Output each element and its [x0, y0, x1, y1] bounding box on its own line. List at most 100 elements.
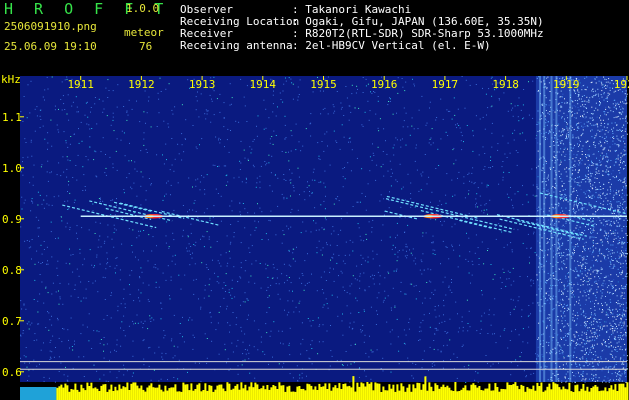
noise-speckle [117, 310, 119, 312]
noise-speckle [336, 262, 338, 264]
noise-speckle [623, 323, 625, 325]
noise-speckle [337, 234, 339, 236]
noise-speckle [596, 291, 598, 293]
noise-speckle [229, 324, 231, 326]
noise-speckle [613, 164, 615, 166]
noise-speckle [47, 263, 49, 265]
noise-speckle [364, 260, 366, 262]
noise-speckle [196, 100, 198, 102]
noise-speckle [591, 117, 593, 119]
noise-speckle [614, 177, 616, 179]
noise-speckle [239, 202, 241, 204]
noise-speckle [587, 166, 589, 168]
noise-speckle [233, 232, 235, 233]
noise-speckle [613, 379, 614, 381]
noise-speckle [584, 292, 586, 293]
noise-speckle [323, 292, 325, 294]
noise-speckle [610, 341, 612, 343]
noise-speckle [445, 294, 447, 296]
noise-speckle [23, 303, 25, 305]
noise-speckle [220, 139, 221, 141]
noise-speckle [34, 263, 36, 265]
noise-speckle [51, 256, 53, 258]
noise-speckle [283, 362, 285, 364]
noise-speckle [606, 127, 608, 129]
noise-speckle [360, 254, 362, 256]
power-bar [308, 384, 311, 400]
noise-speckle [522, 104, 524, 106]
noise-speckle [274, 174, 276, 176]
noise-speckle [618, 288, 620, 290]
power-bar [290, 391, 293, 400]
noise-speckle [563, 284, 565, 286]
noise-speckle [512, 107, 514, 109]
noise-speckle [548, 131, 550, 133]
noise-speckle [299, 79, 301, 81]
noise-speckle [618, 170, 620, 171]
noise-speckle [582, 339, 584, 341]
noise-speckle [207, 110, 209, 112]
noise-speckle [623, 237, 624, 238]
noise-speckle [588, 196, 590, 198]
info-values: : Takanori Kawachi: Ogaki, Gifu, JAPAN (… [292, 4, 544, 52]
noise-speckle [28, 321, 30, 323]
noise-speckle [155, 267, 157, 269]
noise-speckle [617, 232, 619, 234]
noise-speckle [621, 335, 623, 337]
noise-speckle [416, 169, 418, 171]
noise-speckle [510, 242, 512, 244]
noise-speckle [326, 131, 328, 133]
noise-speckle [256, 177, 258, 179]
noise-speckle [594, 177, 596, 179]
noise-speckle [215, 329, 217, 331]
noise-speckle [446, 247, 448, 248]
noise-speckle [41, 281, 43, 283]
noise-speckle [318, 240, 320, 242]
power-bar [162, 391, 165, 400]
noise-speckle [610, 263, 612, 265]
noise-speckle [621, 338, 623, 340]
noise-speckle [607, 170, 609, 172]
noise-speckle [592, 231, 594, 233]
noise-speckle [561, 290, 563, 292]
noise-speckle [265, 268, 267, 270]
noise-speckle [575, 267, 577, 269]
noise-speckle [430, 281, 432, 283]
noise-speckle [433, 348, 435, 350]
noise-speckle [588, 353, 589, 355]
noise-speckle [597, 242, 599, 244]
noise-speckle [272, 111, 274, 113]
noise-speckle [387, 170, 389, 172]
noise-speckle [515, 359, 517, 361]
noise-speckle [244, 292, 246, 294]
noise-speckle [623, 329, 625, 331]
noise-speckle [620, 274, 622, 276]
noise-speckle [590, 266, 592, 268]
noise-speckle [606, 165, 608, 167]
noise-speckle [205, 118, 207, 120]
noise-speckle [217, 322, 219, 324]
noise-speckle [626, 219, 628, 221]
noise-speckle [605, 234, 607, 236]
noise-speckle [566, 254, 568, 256]
noise-speckle [575, 211, 577, 213]
noise-speckle [567, 131, 569, 133]
noise-speckle [553, 141, 555, 142]
noise-speckle [152, 236, 154, 238]
noise-speckle [278, 283, 280, 285]
noise-speckle [573, 188, 575, 190]
noise-speckle [424, 154, 426, 155]
noise-speckle [123, 132, 125, 134]
noise-speckle [139, 230, 141, 232]
noise-speckle [365, 85, 367, 87]
noise-speckle [594, 359, 596, 361]
noise-speckle [592, 207, 594, 209]
noise-speckle [578, 239, 580, 241]
noise-speckle [619, 309, 621, 310]
noise-streak [569, 76, 572, 382]
noise-speckle [603, 99, 605, 101]
noise-speckle [318, 155, 320, 157]
noise-speckle [553, 208, 555, 210]
noise-speckle [594, 182, 596, 183]
power-bar [138, 388, 141, 400]
